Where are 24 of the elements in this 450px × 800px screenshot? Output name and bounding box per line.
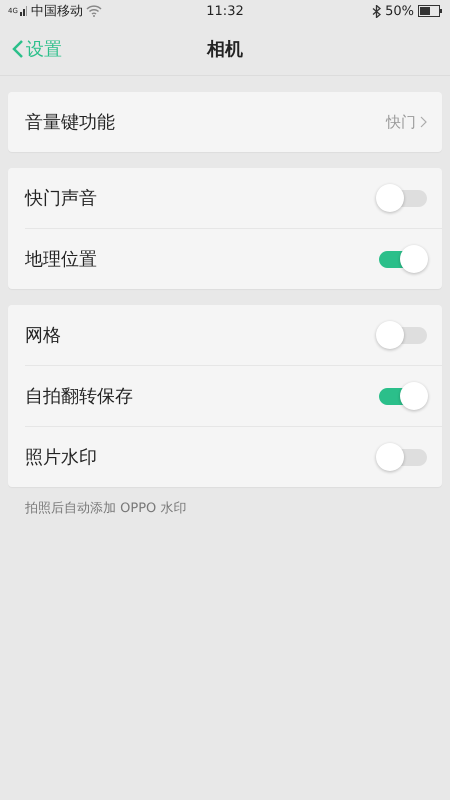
battery-percent: 50%: [385, 4, 414, 18]
toggle-switch[interactable]: [377, 321, 427, 349]
setting-label: 网格: [25, 324, 62, 347]
back-button[interactable]: 设置: [0, 36, 62, 60]
setting-label: 自拍翻转保存: [25, 385, 134, 408]
setting-label: 音量键功能: [25, 111, 116, 134]
carrier-name: 中国移动: [31, 3, 83, 20]
chevron-right-icon: [420, 116, 427, 128]
footnote-text: 拍照后自动添加 OPPO 水印: [25, 500, 188, 517]
setting-label: 快门声音: [25, 187, 98, 210]
setting-value[interactable]: 快门: [386, 112, 427, 132]
bluetooth-icon: [372, 4, 382, 18]
signal-icon: [20, 6, 28, 16]
clock-time: 11:32: [206, 4, 244, 18]
setting-label: 地理位置: [25, 248, 98, 271]
setting-label: 照片水印: [25, 446, 98, 469]
battery-icon: [418, 5, 442, 17]
toggle-switch[interactable]: [377, 382, 427, 410]
toggle-switch[interactable]: [377, 245, 427, 273]
wifi-icon: [86, 5, 102, 17]
toggle-switch[interactable]: [377, 184, 427, 212]
toggle-switch[interactable]: [377, 443, 427, 471]
page-title: 相机: [207, 38, 243, 60]
chevron-left-icon: [12, 38, 24, 58]
